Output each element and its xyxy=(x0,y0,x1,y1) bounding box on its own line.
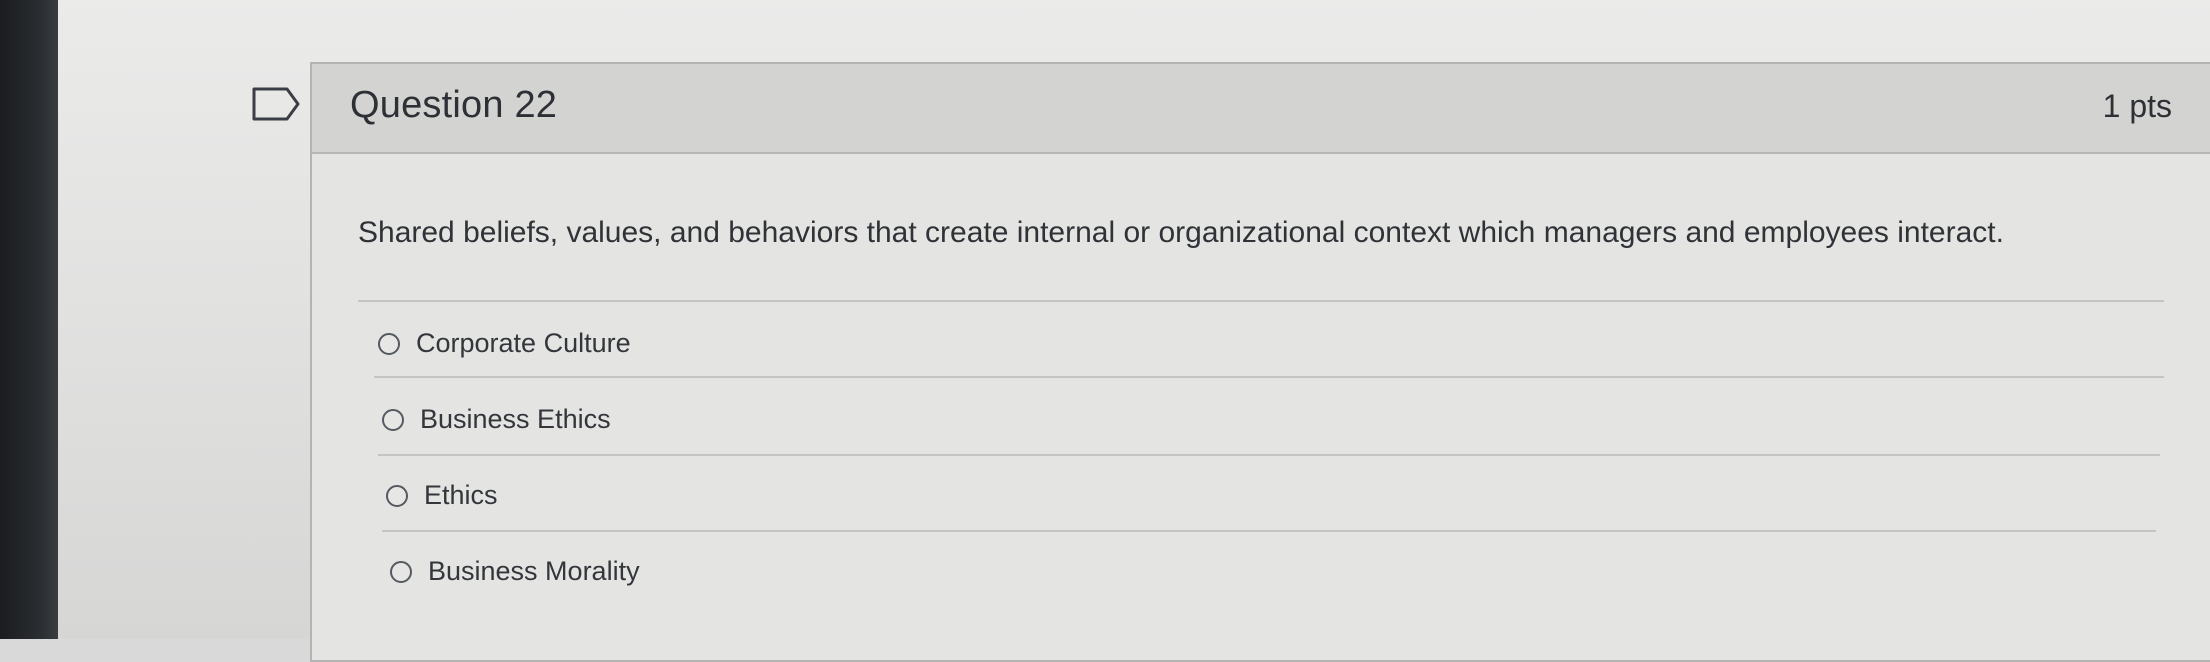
answer-option-business-morality[interactable]: Business Morality xyxy=(390,556,640,587)
answer-label: Business Morality xyxy=(428,556,640,586)
answer-option-corporate-culture[interactable]: Corporate Culture xyxy=(378,328,631,359)
question-points: 1 pts xyxy=(2102,88,2172,124)
answer-divider xyxy=(378,454,2160,456)
question-divider xyxy=(358,300,2164,302)
answer-option-ethics[interactable]: Ethics xyxy=(386,480,498,511)
radio-icon[interactable] xyxy=(386,484,408,507)
radio-icon[interactable] xyxy=(378,332,400,355)
radio-icon[interactable] xyxy=(382,408,404,431)
question-text: Shared beliefs, values, and behaviors th… xyxy=(358,216,2004,249)
answer-option-business-ethics[interactable]: Business Ethics xyxy=(382,404,611,435)
answer-label: Business Ethics xyxy=(420,404,611,434)
answer-divider xyxy=(374,376,2164,378)
question-title: Question 22 xyxy=(350,84,558,126)
monitor-bezel xyxy=(0,0,58,639)
radio-icon[interactable] xyxy=(390,560,412,583)
answer-label: Corporate Culture xyxy=(416,328,631,358)
answer-divider xyxy=(382,530,2156,532)
quiz-screen: Question 22 1 pts Shared beliefs, values… xyxy=(58,0,2210,662)
question-card: Question 22 1 pts Shared beliefs, values… xyxy=(310,62,2210,662)
flag-question-icon[interactable] xyxy=(251,86,301,122)
answer-label: Ethics xyxy=(424,480,498,510)
question-header: Question 22 1 pts xyxy=(312,64,2210,154)
